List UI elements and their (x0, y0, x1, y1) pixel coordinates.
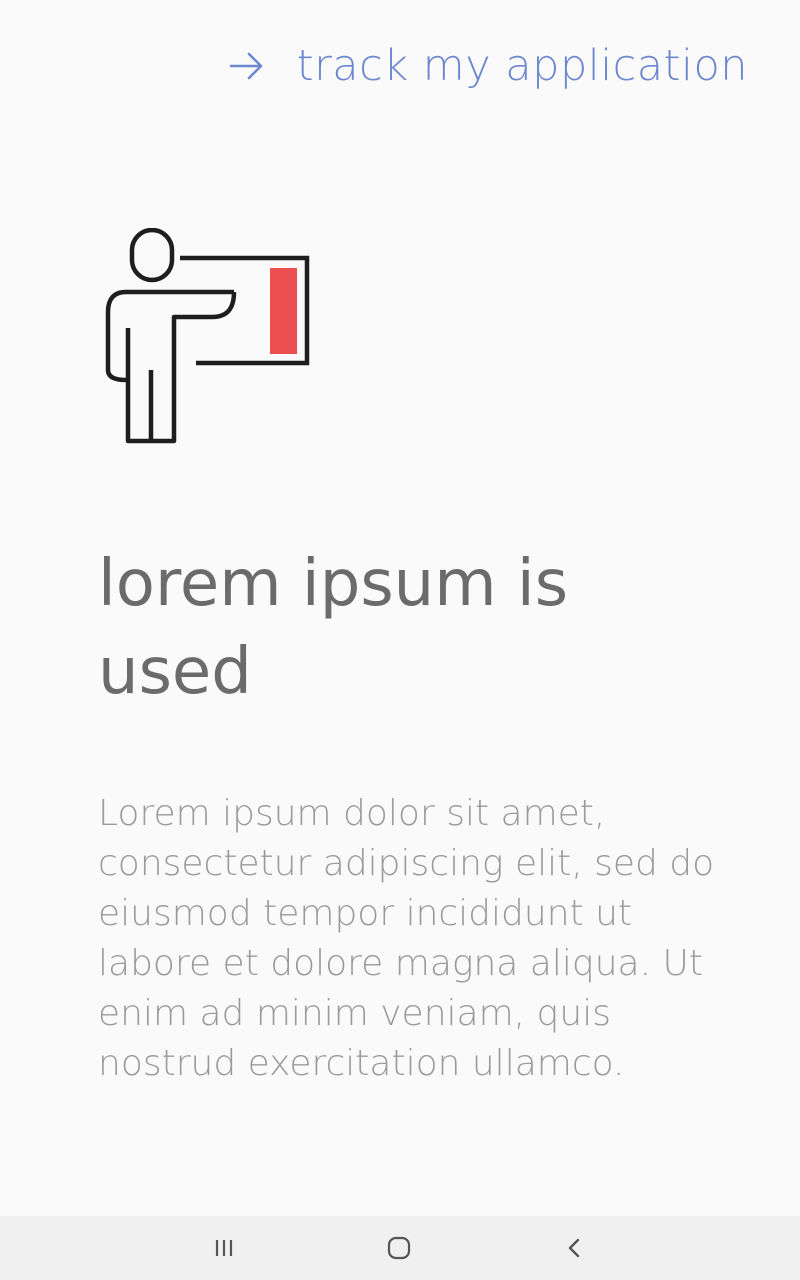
onboarding-screen: track my application lorem ipsum is used… (0, 0, 800, 1280)
track-application-label: track my application (296, 41, 748, 91)
headline: lorem ipsum is used (98, 547, 569, 709)
arrow-right-icon (227, 46, 267, 86)
body-text: Lorem ipsum dolor sit amet, consectetur … (98, 793, 715, 1084)
presenter-board-icon (104, 227, 314, 446)
home-icon[interactable] (383, 1232, 415, 1264)
system-navigation-bar (0, 1216, 800, 1280)
track-application-link[interactable]: track my application (227, 38, 748, 94)
recents-icon[interactable] (208, 1232, 240, 1264)
back-icon[interactable] (559, 1232, 591, 1264)
